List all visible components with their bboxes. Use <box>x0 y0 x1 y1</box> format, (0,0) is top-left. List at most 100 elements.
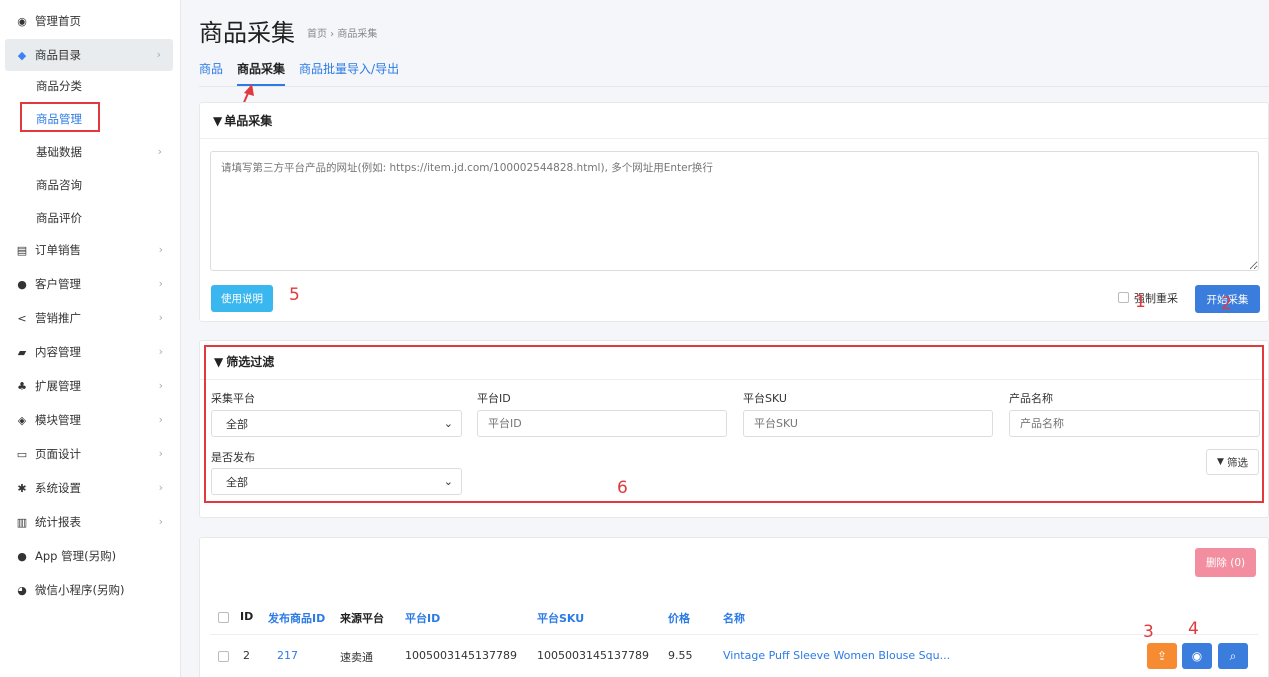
cube-icon: ◈ <box>17 413 27 427</box>
url-textarea[interactable] <box>210 151 1259 271</box>
sidebar-item-label: 系统设置 <box>35 481 81 495</box>
annotation-1: 1 <box>1135 292 1146 312</box>
sidebar-item-marketing[interactable]: < 营销推广 › <box>0 302 181 334</box>
chevron-right-icon: › <box>158 413 163 426</box>
sidebar-sub-review[interactable]: 商品评价 <box>36 204 176 232</box>
row-checkbox[interactable] <box>218 651 229 662</box>
help-button[interactable]: 使用说明 <box>211 285 273 312</box>
user-icon: ● <box>17 277 27 291</box>
force-recollect-checkbox[interactable] <box>1118 292 1129 303</box>
cell-name[interactable]: Vintage Puff Sleeve Women Blouse Squ... <box>723 649 950 662</box>
col-name[interactable]: 名称 <box>723 610 745 626</box>
cart-icon: ▤ <box>16 243 28 257</box>
view-button[interactable]: ◉ <box>1182 643 1212 669</box>
dashboard-icon: ◉ <box>17 14 27 28</box>
sub-label: 商品分类 <box>36 79 82 93</box>
sidebar-item-label: 微信小程序(另购) <box>35 583 125 597</box>
sidebar-sub-inquiry[interactable]: 商品咨询 <box>36 171 176 199</box>
annotation-6: 6 <box>617 478 628 498</box>
sidebar-item-customers[interactable]: ● 客户管理 › <box>0 268 181 300</box>
chevron-right-icon: › <box>158 379 163 392</box>
eye-icon: ◉ <box>1191 649 1203 663</box>
chevron-right-icon: › <box>157 145 162 158</box>
sidebar-item-catalog[interactable]: ◆ 商品目录 › <box>5 39 173 71</box>
search-button[interactable]: ⌕ <box>1218 643 1248 669</box>
col-platform: 来源平台 <box>340 612 384 625</box>
sidebar-item-home[interactable]: ◉ 管理首页 <box>0 5 181 37</box>
tab-divider <box>199 86 1269 87</box>
cell-platform: 速卖通 <box>340 651 373 664</box>
sidebar-item-label: 扩展管理 <box>35 379 81 393</box>
annotation-3: 3 <box>1143 622 1154 642</box>
tab-bar: 商品 商品采集 商品批量导入/导出 <box>199 60 413 86</box>
single-collect-card: ▼ 单品采集 使用说明 强制重采 开始采集 <box>199 102 1269 322</box>
bar-chart-icon: ▥ <box>16 515 28 529</box>
filter-icon: ▼ <box>213 113 223 128</box>
sidebar-item-label: 模块管理 <box>35 413 81 427</box>
highlight-box-filter <box>204 345 1264 503</box>
chevron-right-icon: › <box>158 515 163 528</box>
annotation-5: 5 <box>289 285 300 305</box>
sidebar-item-label: 客户管理 <box>35 277 81 291</box>
sidebar-item-extensions[interactable]: ♣ 扩展管理 › <box>0 370 181 402</box>
sitemap-icon: ♣ <box>17 379 27 393</box>
chevron-right-icon: › <box>158 447 163 460</box>
sidebar-item-content[interactable]: ▰ 内容管理 › <box>0 336 181 368</box>
tag-icon: ◆ <box>17 48 27 62</box>
sidebar-item-settings[interactable]: ✱ 系统设置 › <box>0 472 181 504</box>
chevron-right-icon: › <box>156 48 161 61</box>
sidebar-item-orders[interactable]: ▤ 订单销售 › <box>0 234 181 266</box>
chevron-right-icon: › <box>158 311 163 324</box>
sidebar-item-label: 管理首页 <box>35 14 81 28</box>
publish-button[interactable]: ⇪ <box>1147 643 1177 669</box>
annotation-2: 2 <box>1221 294 1232 314</box>
sidebar-item-label: 统计报表 <box>35 515 81 529</box>
sidebar-item-label: App 管理(另购) <box>35 549 117 563</box>
col-product-id[interactable]: 发布商品ID <box>268 610 325 626</box>
sidebar-item-reports[interactable]: ▥ 统计报表 › <box>0 506 181 538</box>
cell-price: 9.55 <box>668 649 693 662</box>
col-price[interactable]: 价格 <box>668 610 690 626</box>
wechat-icon: ◕ <box>17 583 27 597</box>
sidebar-item-wechat[interactable]: ◕ 微信小程序(另购) <box>0 574 181 606</box>
delete-button[interactable]: 删除 (0) <box>1195 548 1256 577</box>
sidebar-item-page-design[interactable]: ▭ 页面设计 › <box>0 438 181 470</box>
tab-import-export[interactable]: 商品批量导入/导出 <box>299 60 399 86</box>
table-header-divider <box>210 634 1258 635</box>
monitor-icon: ▭ <box>16 447 28 461</box>
share-icon: < <box>17 311 27 325</box>
page-title: 商品采集 <box>199 19 295 47</box>
col-id[interactable]: ID <box>240 610 253 623</box>
sub-label: 商品评价 <box>36 211 82 225</box>
sidebar-item-modules[interactable]: ◈ 模块管理 › <box>0 404 181 436</box>
col-platform-id[interactable]: 平台ID <box>405 610 440 626</box>
sidebar-sub-category[interactable]: 商品分类 <box>36 72 176 100</box>
book-icon: ▰ <box>17 345 27 359</box>
upload-icon: ⇪ <box>1156 649 1168 663</box>
select-all-checkbox[interactable] <box>218 612 229 623</box>
sidebar-item-label: 商品目录 <box>35 48 81 62</box>
sidebar-item-app[interactable]: ● App 管理(另购) <box>0 540 181 572</box>
gear-icon: ✱ <box>17 481 27 495</box>
cell-platform-id: 1005003145137789 <box>405 649 517 662</box>
chevron-right-icon: › <box>158 345 163 358</box>
highlight-box-product-manage <box>20 102 100 132</box>
apple-icon: ● <box>17 549 27 563</box>
breadcrumb: 首页 › 商品采集 <box>307 29 378 40</box>
sidebar-item-label: 营销推广 <box>35 311 81 325</box>
cell-id: 2 <box>243 649 250 662</box>
single-collect-title: 单品采集 <box>224 114 273 128</box>
sidebar-sub-base-data[interactable]: 基础数据 › <box>36 138 176 166</box>
cell-sku: 1005003145137789 <box>537 649 649 662</box>
chevron-right-icon: › <box>158 481 163 494</box>
cell-product-id[interactable]: 217 <box>277 649 298 662</box>
sidebar-item-label: 订单销售 <box>35 243 81 257</box>
single-collect-header: ▼ 单品采集 <box>200 103 1268 139</box>
chevron-right-icon: › <box>158 243 163 256</box>
annotation-4: 4 <box>1188 619 1199 639</box>
sidebar-item-label: 内容管理 <box>35 345 81 359</box>
tab-products[interactable]: 商品 <box>199 60 223 86</box>
col-sku[interactable]: 平台SKU <box>537 610 584 626</box>
search-icon: ⌕ <box>1229 648 1237 663</box>
sub-label: 基础数据 <box>36 145 82 159</box>
